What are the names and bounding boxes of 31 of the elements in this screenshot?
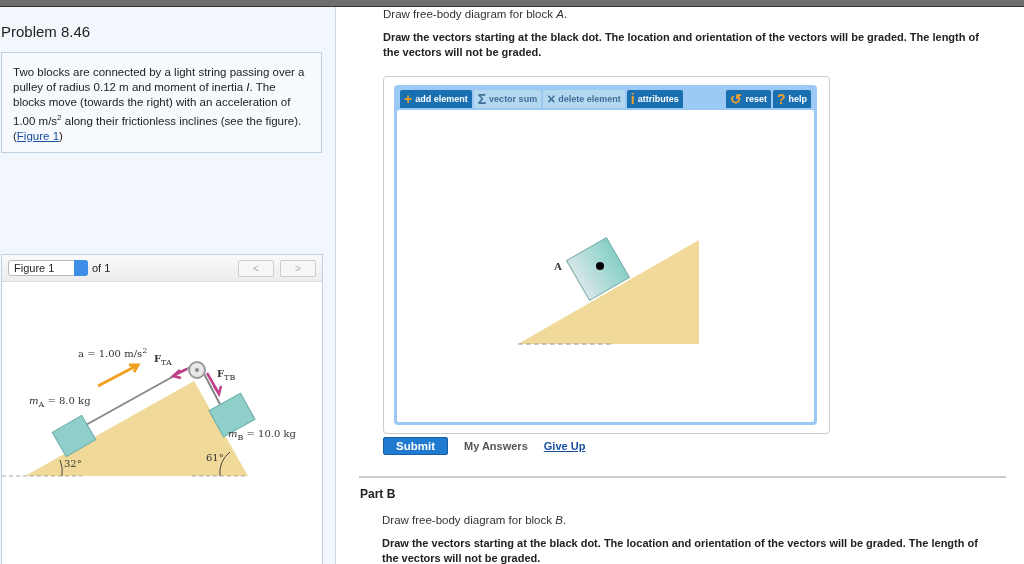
part-instructions: Draw the vectors starting at the black dot. The location and orientation of the vectors will be graded. The length of the vectors will not be graded. (383, 30, 980, 60)
block-label: A (554, 260, 562, 272)
sigma-icon: Σ (477, 91, 487, 107)
problem-title: Problem 8.46 (0, 22, 92, 37)
tension-label: F$_{TB}$ (217, 368, 236, 382)
part-instructions: Draw the vectors starting at the black dot. The location and orientation of the vectors will be graded. The length of the vectors will not be graded. (382, 536, 979, 564)
help-icon: ? (776, 91, 786, 107)
mass-label: m$_{B}$ = 10.0 kg (228, 428, 297, 442)
part-prompt: Draw free-body diagram for block B. (382, 514, 568, 526)
info-icon: i (630, 91, 635, 107)
acceleration-label: a = 1.00 m/s$^{2}$ (78, 346, 148, 360)
add-element-button[interactable]: + add element (400, 90, 472, 108)
angle-label: 61° (206, 452, 224, 463)
tension-label: F$_{TA}$ (154, 353, 172, 367)
angle-label: 32° (64, 458, 82, 469)
plus-icon: + (404, 91, 413, 107)
reset-icon: ↺ (730, 91, 743, 107)
submit-button[interactable]: Submit (383, 437, 448, 455)
problem-statement: Two blocks are connected by a light string passing over a pulley of radius 0.12 m and moment of inertia I. The blocks move (towards the right) with an acceleration of 1.00 m/s$^{2}$ along their frictionless inclines (see the figure). (Figure 1) (1, 52, 322, 153)
attributes-button[interactable]: i attributes (626, 90, 683, 108)
my-answers-link[interactable]: My Answers (464, 440, 528, 452)
figure-count: of 1 (92, 262, 111, 274)
drawing-canvas[interactable]: A (397, 110, 814, 422)
reset-button[interactable]: ↺ reset (726, 90, 771, 108)
mass-label: m$_{A}$ = 8.0 kg (29, 395, 91, 409)
close-icon: × (547, 91, 556, 107)
part-title: Part B (360, 487, 397, 501)
help-button[interactable]: ? help (772, 90, 811, 108)
figure-select[interactable]: Figure 1 (8, 260, 88, 276)
part-prompt: Draw free-body diagram for block A. (383, 8, 569, 20)
give-up-link[interactable]: Give Up (543, 440, 586, 452)
